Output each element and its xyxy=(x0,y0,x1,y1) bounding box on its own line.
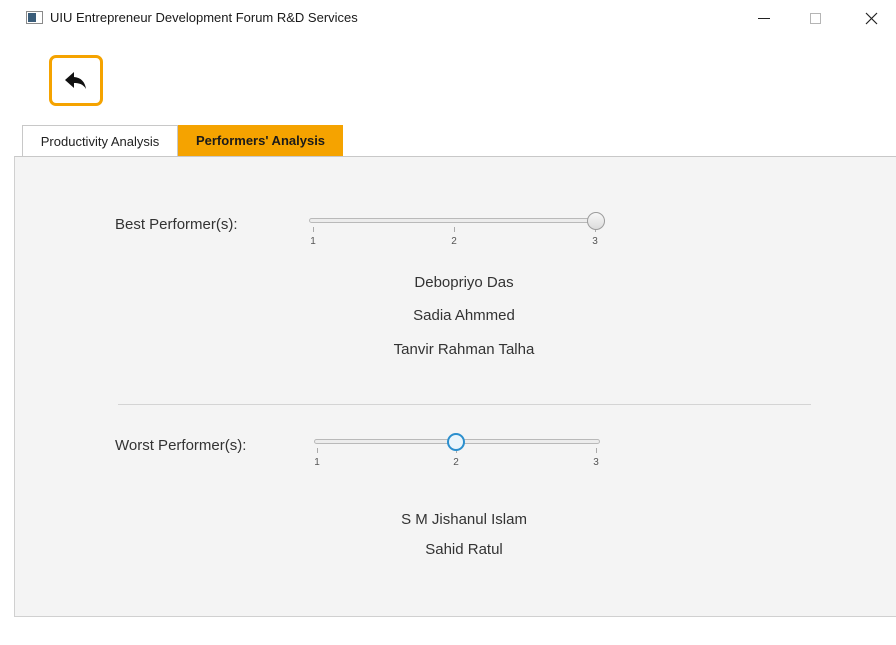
best-performer-slider[interactable]: 1 2 3 xyxy=(309,212,605,253)
reply-arrow-icon xyxy=(65,71,86,89)
title-bar: UIU Entrepreneur Development Forum R&D S… xyxy=(0,0,896,36)
app-icon xyxy=(26,11,43,24)
slider-tick xyxy=(596,448,597,453)
best-performer-name: Tanvir Rahman Talha xyxy=(393,341,535,358)
performers-panel: Best Performer(s): 1 2 3 Debopriyo Das S… xyxy=(14,156,896,617)
slider-track xyxy=(309,218,605,223)
slider-tick-label: 1 xyxy=(314,457,320,468)
worst-performer-label: Worst Performer(s): xyxy=(115,437,247,454)
window-title: UIU Entrepreneur Development Forum R&D S… xyxy=(50,10,358,25)
worst-performer-name: Sahid Ratul xyxy=(425,541,503,558)
slider-tick xyxy=(313,227,314,232)
slider-tick xyxy=(454,227,455,232)
best-performer-label: Best Performer(s): xyxy=(115,216,238,233)
worst-performer-name: S M Jishanul Islam xyxy=(401,511,527,528)
best-performer-name: Sadia Ahmmed xyxy=(413,307,515,324)
slider-thumb[interactable] xyxy=(447,433,465,451)
maximize-icon xyxy=(809,12,821,24)
slider-tick xyxy=(317,448,318,453)
worst-performer-slider[interactable]: 1 2 3 xyxy=(314,433,600,474)
back-button[interactable] xyxy=(49,55,103,106)
section-divider xyxy=(118,404,811,405)
minimize-button[interactable] xyxy=(741,4,787,32)
minimize-icon xyxy=(758,17,770,19)
slider-tick-label: 3 xyxy=(592,236,598,247)
close-button[interactable] xyxy=(848,4,894,32)
slider-tick-label: 1 xyxy=(310,236,316,247)
tab-productivity-analysis[interactable]: Productivity Analysis xyxy=(22,125,178,156)
tab-performers-analysis[interactable]: Performers' Analysis xyxy=(178,125,343,156)
slider-tick-label: 2 xyxy=(451,236,457,247)
maximize-button[interactable] xyxy=(792,4,838,32)
slider-tick-label: 2 xyxy=(453,457,459,468)
close-icon xyxy=(865,12,877,24)
best-performer-name: Debopriyo Das xyxy=(414,274,514,291)
slider-thumb[interactable] xyxy=(587,212,605,230)
slider-tick-label: 3 xyxy=(593,457,599,468)
